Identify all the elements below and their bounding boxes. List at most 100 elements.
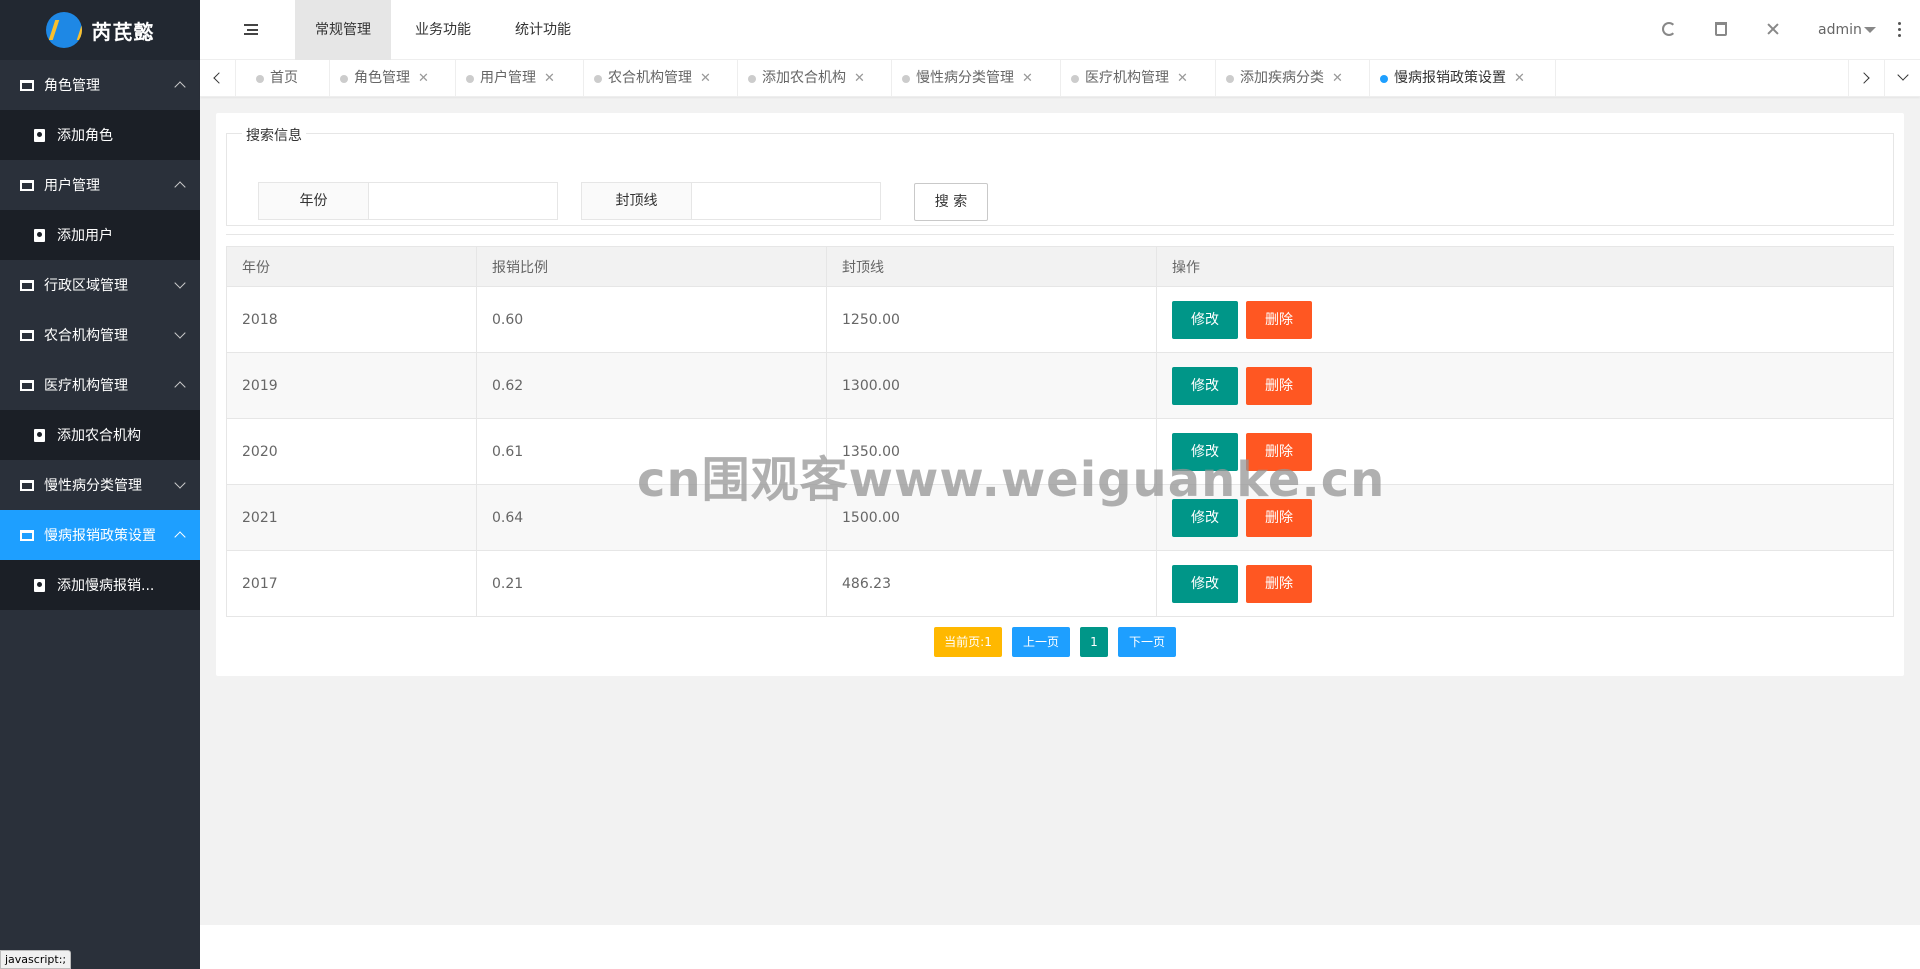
delete-button[interactable]: 删除 bbox=[1246, 300, 1312, 339]
delete-button[interactable]: 删除 bbox=[1246, 564, 1312, 603]
page-tab-medical-institutions[interactable]: 医疗机构管理 ✕ bbox=[1061, 60, 1216, 97]
tabs-options[interactable] bbox=[1884, 60, 1920, 97]
window-icon bbox=[20, 529, 34, 541]
clear-cache-icon[interactable] bbox=[1715, 22, 1727, 36]
cap-input[interactable] bbox=[691, 182, 881, 220]
table-row: 2019 0.62 1300.00 修改 删除 bbox=[226, 352, 1894, 419]
sidebar-subitem-add-coop-agency[interactable]: 添加农合机构 bbox=[0, 410, 200, 460]
chevron-up-icon bbox=[174, 81, 186, 93]
chevron-left-icon bbox=[213, 72, 225, 84]
page-tab-reimbursement-policy[interactable]: 慢病报销政策设置 ✕ bbox=[1370, 60, 1556, 97]
cell-cap: 486.23 bbox=[826, 550, 1157, 617]
window-icon bbox=[20, 79, 34, 91]
sidebar-item-label: 慢病报销政策设置 bbox=[44, 528, 156, 544]
sidebar-menu: 角色管理 添加角色 用户管理 添加用户 行政区域管理 农合机构管理 医疗机构管理… bbox=[0, 60, 200, 610]
close-icon[interactable]: ✕ bbox=[1332, 60, 1343, 97]
close-icon[interactable]: ✕ bbox=[1022, 60, 1033, 97]
sidebar-subitem-add-user[interactable]: 添加用户 bbox=[0, 210, 200, 260]
page-tab-users[interactable]: 用户管理 ✕ bbox=[456, 60, 584, 97]
caret-down-icon[interactable] bbox=[1864, 27, 1876, 33]
sidebar-item-users[interactable]: 用户管理 bbox=[0, 160, 200, 210]
page-tab-label: 添加农合机构 bbox=[762, 70, 846, 86]
page-tab-label: 角色管理 bbox=[354, 70, 410, 86]
cell-cap: 1250.00 bbox=[826, 286, 1157, 353]
close-icon[interactable]: ✕ bbox=[854, 60, 865, 97]
search-button[interactable]: 搜 索 bbox=[914, 183, 988, 221]
status-bar-url: javascript:; bbox=[0, 950, 72, 969]
pager-next-button[interactable]: 下一页 bbox=[1118, 627, 1176, 657]
table-row: 2017 0.21 486.23 修改 删除 bbox=[226, 550, 1894, 617]
tab-business-functions[interactable]: 业务功能 bbox=[395, 0, 491, 60]
close-icon[interactable]: ✕ bbox=[700, 60, 711, 97]
more-vertical-icon[interactable] bbox=[1898, 22, 1902, 38]
sidebar-item-label: 慢性病分类管理 bbox=[44, 478, 142, 494]
cell-ratio: 0.64 bbox=[476, 484, 827, 551]
user-menu[interactable]: admin bbox=[1818, 0, 1862, 60]
page-tab-chronic-categories[interactable]: 慢性病分类管理 ✕ bbox=[892, 60, 1061, 97]
sidebar-subitem-add-reimbursement[interactable]: 添加慢病报销... bbox=[0, 560, 200, 610]
close-icon[interactable]: ✕ bbox=[1514, 60, 1525, 97]
page-tab-add-disease-category[interactable]: 添加疾病分类 ✕ bbox=[1216, 60, 1370, 97]
table-header-row: 年份 报销比例 封顶线 操作 bbox=[226, 246, 1894, 287]
sidebar-item-coop-agencies[interactable]: 农合机构管理 bbox=[0, 310, 200, 360]
pager-prev-button[interactable]: 上一页 bbox=[1012, 627, 1070, 657]
sidebar-item-roles[interactable]: 角色管理 bbox=[0, 60, 200, 110]
sidebar-item-regions[interactable]: 行政区域管理 bbox=[0, 260, 200, 310]
divider bbox=[226, 234, 1894, 235]
window-icon bbox=[20, 479, 34, 491]
cell-year: 2020 bbox=[226, 418, 477, 485]
contact-icon bbox=[34, 228, 45, 242]
sidebar-item-label: 农合机构管理 bbox=[44, 328, 128, 344]
delete-button[interactable]: 删除 bbox=[1246, 498, 1312, 537]
chevron-down-icon bbox=[174, 277, 186, 289]
edit-button[interactable]: 修改 bbox=[1172, 432, 1238, 471]
cell-year: 2019 bbox=[226, 352, 477, 419]
window-icon bbox=[20, 179, 34, 191]
sidebar-subitem-label: 添加用户 bbox=[57, 228, 113, 244]
sidebar-item-reimbursement-policy[interactable]: 慢病报销政策设置 bbox=[0, 510, 200, 560]
edit-button[interactable]: 修改 bbox=[1172, 498, 1238, 537]
edit-button[interactable]: 修改 bbox=[1172, 300, 1238, 339]
refresh-icon[interactable] bbox=[1662, 22, 1676, 36]
col-actions: 操作 bbox=[1156, 246, 1894, 287]
tab-routine-management[interactable]: 常规管理 bbox=[295, 0, 391, 60]
page-tab-label: 添加疾病分类 bbox=[1240, 70, 1324, 86]
contact-icon bbox=[34, 428, 45, 442]
edit-button[interactable]: 修改 bbox=[1172, 366, 1238, 405]
year-input[interactable] bbox=[368, 182, 558, 220]
page-tab-label: 慢病报销政策设置 bbox=[1394, 70, 1506, 86]
sidebar-item-chronic-categories[interactable]: 慢性病分类管理 bbox=[0, 460, 200, 510]
page-tab-label: 农合机构管理 bbox=[608, 70, 692, 86]
close-icon[interactable]: ✕ bbox=[418, 60, 429, 97]
contact-icon bbox=[34, 578, 45, 592]
menu-toggle-icon[interactable] bbox=[244, 24, 258, 35]
dot-icon bbox=[466, 75, 474, 83]
sidebar-item-label: 行政区域管理 bbox=[44, 278, 128, 294]
chevron-up-icon bbox=[174, 181, 186, 193]
dot-icon bbox=[1226, 75, 1234, 83]
sidebar-subitem-add-role[interactable]: 添加角色 bbox=[0, 110, 200, 160]
sidebar-item-medical-institutions[interactable]: 医疗机构管理 bbox=[0, 360, 200, 410]
page-tab-roles[interactable]: 角色管理 ✕ bbox=[330, 60, 456, 97]
logo[interactable]: 芮芪懿 bbox=[0, 0, 200, 60]
tab-statistics[interactable]: 统计功能 bbox=[495, 0, 591, 60]
delete-button[interactable]: 删除 bbox=[1246, 432, 1312, 471]
close-icon[interactable]: ✕ bbox=[1177, 60, 1188, 97]
page-tab-coop-agencies[interactable]: 农合机构管理 ✕ bbox=[584, 60, 738, 97]
tabs-scroll-right[interactable] bbox=[1848, 60, 1884, 97]
cell-actions: 修改 删除 bbox=[1156, 484, 1894, 551]
edit-button[interactable]: 修改 bbox=[1172, 564, 1238, 603]
cell-ratio: 0.60 bbox=[476, 286, 827, 353]
pager-page-1[interactable]: 1 bbox=[1080, 627, 1108, 657]
tabs-scroll-left[interactable] bbox=[200, 60, 236, 97]
chevron-down-icon bbox=[174, 327, 186, 339]
table-row: 2021 0.64 1500.00 修改 删除 bbox=[226, 484, 1894, 551]
dot-icon bbox=[902, 75, 910, 83]
cell-ratio: 0.61 bbox=[476, 418, 827, 485]
page-tab-home[interactable]: 首页 bbox=[246, 60, 330, 97]
delete-button[interactable]: 删除 bbox=[1246, 366, 1312, 405]
fullscreen-icon[interactable] bbox=[1766, 22, 1780, 36]
close-icon[interactable]: ✕ bbox=[544, 60, 555, 97]
sidebar-item-label: 用户管理 bbox=[44, 178, 100, 194]
page-tab-add-coop-agency[interactable]: 添加农合机构 ✕ bbox=[738, 60, 892, 97]
